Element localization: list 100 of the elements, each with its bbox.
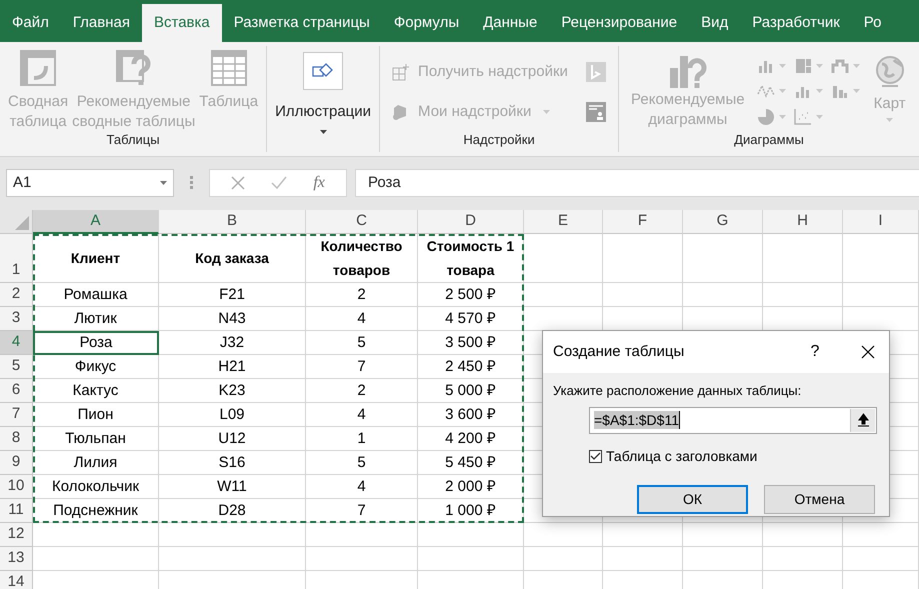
caret-icon bbox=[160, 181, 167, 185]
row-header[interactable]: 12 bbox=[0, 523, 33, 547]
table-cell: 7 bbox=[306, 355, 418, 379]
upload-arrow-icon bbox=[858, 413, 868, 427]
row-header[interactable]: 14 bbox=[0, 571, 33, 589]
ribbon-tab[interactable]: Ро bbox=[852, 4, 894, 42]
table-cell: 1 bbox=[306, 427, 418, 451]
scatter-chart-icon[interactable] bbox=[794, 108, 812, 126]
people-graph-icon[interactable] bbox=[586, 102, 606, 122]
table-cell: 5 450 ₽ bbox=[418, 451, 524, 475]
row-header[interactable]: 6 bbox=[0, 379, 33, 403]
ribbon-tab[interactable]: Рецензирование bbox=[549, 4, 690, 42]
drag-handle-icon[interactable] bbox=[190, 176, 193, 190]
formula-field[interactable]: Роза bbox=[355, 169, 919, 197]
caret-icon bbox=[816, 114, 823, 119]
table-cell: J32 bbox=[159, 331, 306, 355]
table-cell: Тюльпан bbox=[33, 427, 159, 451]
table-cell: Подснежник bbox=[33, 499, 159, 523]
check-icon[interactable] bbox=[271, 176, 288, 190]
caret-icon bbox=[778, 64, 786, 68]
insert-function-button[interactable]: fx bbox=[313, 171, 325, 195]
row-header[interactable]: 1 bbox=[0, 234, 33, 283]
table-cell: 2 450 ₽ bbox=[418, 355, 524, 379]
row-header[interactable]: 11 bbox=[0, 499, 33, 523]
row-header[interactable]: 2 bbox=[0, 283, 33, 307]
cancel-icon[interactable] bbox=[231, 176, 246, 190]
column-header[interactable]: C bbox=[306, 210, 418, 234]
row-header[interactable]: 10 bbox=[0, 475, 33, 499]
table-cell: Кактус bbox=[33, 379, 159, 403]
table-cell: 5 000 ₽ bbox=[418, 379, 524, 403]
table-cell: Ромашка bbox=[33, 283, 159, 307]
table-cell: L09 bbox=[159, 403, 306, 427]
ribbon-tab[interactable]: Вид bbox=[689, 4, 740, 42]
table-cell: Колокольчик bbox=[33, 475, 159, 499]
checkbox-label: Таблица с заголовками bbox=[606, 446, 758, 466]
caret-icon bbox=[852, 89, 860, 94]
help-button[interactable]: ? bbox=[805, 340, 825, 364]
table-cell: S16 bbox=[159, 451, 306, 475]
row-header[interactable]: 4 bbox=[0, 331, 33, 355]
column-header[interactable]: D bbox=[418, 210, 524, 234]
waterfall-chart-icon[interactable] bbox=[830, 57, 849, 75]
row-header[interactable]: 7 bbox=[0, 403, 33, 427]
checkbox[interactable] bbox=[589, 450, 602, 462]
ribbon-tab[interactable]: Разработчик bbox=[740, 4, 852, 42]
collapse-dialog-button[interactable] bbox=[850, 408, 875, 432]
table-cell: 2 500 ₽ bbox=[418, 283, 524, 307]
table-cell: 2 000 ₽ bbox=[418, 475, 524, 499]
close-icon[interactable] bbox=[861, 345, 875, 359]
table-cell: Пион bbox=[33, 403, 159, 427]
ribbon-button-label[interactable]: Иллюстрации bbox=[275, 102, 372, 122]
table-cell: Стоимость 1 товара bbox=[418, 234, 524, 283]
dialog-title: Создание таблицы bbox=[553, 342, 686, 362]
ribbon-tab[interactable]: Главная bbox=[60, 4, 142, 42]
table-cell: W11 bbox=[159, 475, 306, 499]
table-cell: 3 600 ₽ bbox=[418, 403, 524, 427]
table-cell: 5 bbox=[306, 331, 418, 355]
ribbon-tab[interactable]: Файл bbox=[0, 4, 61, 42]
table-cell: 4 bbox=[306, 307, 418, 331]
column-header[interactable]: H bbox=[763, 210, 843, 234]
table-cell: Код заказа bbox=[159, 234, 306, 283]
caret-icon bbox=[816, 64, 823, 68]
pivot-table-icon bbox=[20, 50, 56, 86]
table-cell: Лютик bbox=[33, 307, 159, 331]
pie-chart-icon[interactable] bbox=[756, 108, 775, 126]
row-header[interactable]: 3 bbox=[0, 307, 33, 331]
treemap-chart-icon[interactable] bbox=[794, 57, 812, 75]
ribbon-tab[interactable]: Разметка страницы bbox=[222, 4, 382, 42]
table-icon bbox=[210, 50, 247, 86]
row-header[interactable]: 8 bbox=[0, 427, 33, 451]
table-cell: 4 bbox=[306, 403, 418, 427]
caret-icon bbox=[852, 64, 860, 68]
dialog-button[interactable]: Отмена bbox=[764, 484, 875, 514]
name-box[interactable]: A1 bbox=[6, 169, 174, 197]
ribbon-tab[interactable]: Данные bbox=[471, 4, 550, 42]
row-header[interactable]: 13 bbox=[0, 547, 33, 571]
ribbon-tab[interactable]: Вставка bbox=[142, 4, 222, 42]
table-cell: Фикус bbox=[33, 355, 159, 379]
ribbon-group-label: Таблицы bbox=[106, 130, 161, 149]
table-cell: N43 bbox=[159, 307, 306, 331]
column-header[interactable]: E bbox=[524, 210, 603, 234]
table-cell: 7 bbox=[306, 499, 418, 523]
caret-icon bbox=[778, 114, 786, 119]
column-header[interactable]: F bbox=[603, 210, 683, 234]
column-header[interactable]: B bbox=[159, 210, 306, 234]
select-all-corner[interactable] bbox=[0, 210, 33, 234]
add-grid-icon bbox=[392, 63, 410, 81]
table-cell: Лилия bbox=[33, 451, 159, 475]
row-header[interactable]: 9 bbox=[0, 451, 33, 475]
row-header[interactable]: 5 bbox=[0, 355, 33, 379]
column-header[interactable]: I bbox=[843, 210, 919, 234]
caret-icon bbox=[778, 89, 786, 94]
illustrations-icon[interactable] bbox=[303, 52, 344, 90]
dialog-button[interactable]: ОК bbox=[637, 484, 748, 514]
column-header[interactable]: A bbox=[33, 210, 159, 234]
column-header[interactable]: G bbox=[683, 210, 763, 234]
ribbon-tab[interactable]: Формулы bbox=[382, 4, 472, 42]
pivot-question-icon bbox=[116, 50, 152, 86]
ribbon-group-label: Диаграммы bbox=[733, 130, 805, 149]
table-cell: 3 500 ₽ bbox=[418, 331, 524, 355]
range-field[interactable]: =$A$1:$D$11 bbox=[589, 406, 877, 434]
